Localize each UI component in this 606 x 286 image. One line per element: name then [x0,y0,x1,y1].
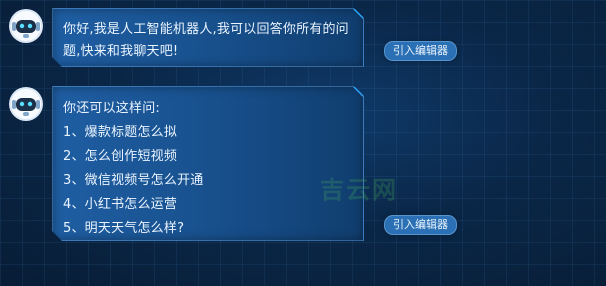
insert-into-editor-button[interactable]: 引入编辑器 [384,215,457,235]
robot-avatar [8,8,44,44]
robot-avatar-icon [9,9,43,43]
suggestions-list: 1、爆款标题怎么拟 2、怎么创作短视频 3、微信视频号怎么开通 4、小红书怎么运… [63,121,353,241]
chat-bubble: 你还可以这样问: 1、爆款标题怎么拟 2、怎么创作短视频 3、微信视频号怎么开通… [52,86,364,241]
insert-into-editor-button[interactable]: 引入编辑器 [384,41,457,61]
suggestion-item[interactable]: 3、微信视频号怎么开通 [63,169,353,193]
chat-message-2: 你还可以这样问: 1、爆款标题怎么拟 2、怎么创作短视频 3、微信视频号怎么开通… [8,86,457,241]
chat-suggestions: 你还可以这样问: 1、爆款标题怎么拟 2、怎么创作短视频 3、微信视频号怎么开通… [63,97,353,241]
bubble-corner-accent [353,9,363,19]
suggestion-item[interactable]: 1、爆款标题怎么拟 [63,121,353,145]
suggestion-item[interactable]: 4、小红书怎么运营 [63,193,353,217]
robot-avatar [8,86,44,122]
chat-message-1: 你好,我是人工智能机器人,我可以回答你所有的问题,快来和我聊天吧! 引入编辑器 [8,8,457,67]
suggestions-intro: 你还可以这样问: [63,101,160,116]
chat-bubble: 你好,我是人工智能机器人,我可以回答你所有的问题,快来和我聊天吧! [52,8,364,67]
robot-avatar-icon [9,87,43,121]
suggestion-item[interactable]: 2、怎么创作短视频 [63,145,353,169]
suggestion-item[interactable]: 5、明天天气怎么样? [63,217,353,241]
bubble-corner-accent [353,87,363,97]
chat-text: 你好,我是人工智能机器人,我可以回答你所有的问题,快来和我聊天吧! [63,22,349,59]
